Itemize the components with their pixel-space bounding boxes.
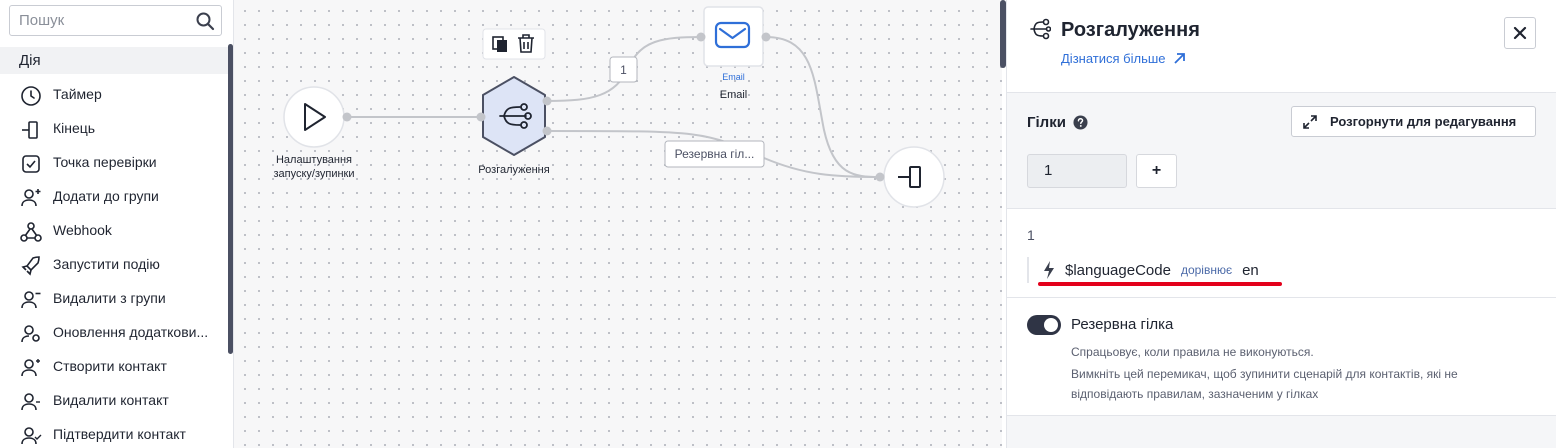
start-node[interactable]	[283, 86, 352, 148]
add-branch-button[interactable]: +	[1136, 154, 1177, 188]
sidebar-item-label: Точка перевірки	[53, 154, 157, 170]
node-toolbar	[482, 28, 546, 60]
sidebar-item-update-fields[interactable]: Оновлення додаткови...	[0, 315, 228, 349]
branch-name: 1	[1027, 227, 1035, 243]
panel-body: Гілки Розгорнути для редагування 1 + 1 $…	[1007, 92, 1556, 448]
branch-node-label: Розгалуження	[478, 164, 550, 176]
checkpoint-icon	[22, 155, 40, 173]
branch-icon	[1030, 18, 1051, 40]
branch-node[interactable]	[476, 76, 552, 156]
expand-button-label: Розгорнути для редагування	[1330, 114, 1517, 129]
sidebar-item-label: Додати до групи	[53, 188, 159, 204]
learn-more-link[interactable]: Дізнатися більше	[1061, 51, 1185, 66]
sidebar-item-add-to-group[interactable]: Додати до групи	[0, 179, 228, 213]
email-node-caption: Email	[722, 72, 745, 82]
help-icon[interactable]	[1073, 115, 1088, 130]
panel-title: Розгалуження	[1061, 19, 1200, 41]
update-fields-icon	[21, 325, 40, 343]
lightning-icon	[1044, 261, 1054, 279]
sidebar-item-label: Таймер	[53, 86, 102, 102]
branches-heading: Гілки	[1027, 114, 1088, 131]
expand-for-editing-button[interactable]: Розгорнути для редагування	[1291, 106, 1536, 137]
sidebar-scrollbar[interactable]	[228, 44, 233, 354]
confirm-contact-icon	[21, 427, 42, 445]
branches-heading-label: Гілки	[1027, 114, 1066, 131]
sidebar-item-label: Оновлення додаткови...	[53, 324, 209, 340]
rocket-icon	[21, 256, 40, 276]
learn-more-label: Дізнатися більше	[1061, 51, 1166, 66]
properties-panel: Розгалуження Дізнатися більше Гілки Розг…	[1007, 0, 1556, 448]
end-icon	[22, 121, 38, 139]
edge-label-fallback: Резервна гіл...	[674, 147, 755, 161]
rule-value: en	[1242, 261, 1259, 279]
sidebar-item-label: Видалити з групи	[53, 290, 166, 306]
close-icon	[1513, 26, 1527, 40]
sidebar-item-webhook[interactable]: Webhook	[0, 213, 228, 247]
timer-icon	[21, 86, 41, 106]
panel-header: Розгалуження Дізнатися більше	[1007, 0, 1556, 92]
email-node-label: Email	[719, 89, 748, 101]
create-contact-icon	[21, 359, 40, 377]
sidebar-item-label: Webhook	[53, 222, 112, 238]
end-node[interactable]	[875, 146, 945, 208]
sidebar-item-checkpoint[interactable]: Точка перевірки	[0, 145, 228, 179]
search-input[interactable]	[10, 6, 190, 35]
fallback-description-1: Спрацьовує, коли правила не виконуються.	[1071, 345, 1314, 359]
sidebar-item-label: Підтвердити контакт	[53, 426, 186, 442]
rule-operator: дорівнює	[1180, 263, 1233, 277]
edge-label-branch: 1	[620, 63, 627, 77]
fallback-toggle[interactable]	[1027, 315, 1061, 335]
search-box[interactable]	[9, 5, 222, 36]
email-node[interactable]	[696, 6, 771, 67]
external-arrow-icon	[1173, 53, 1185, 64]
sidebar-item-create-contact[interactable]: Створити контакт	[0, 349, 228, 383]
expand-icon	[1303, 114, 1317, 129]
close-button[interactable]	[1504, 17, 1536, 49]
rule-variable: $languageCode	[1065, 261, 1171, 279]
branch-count-field[interactable]: 1	[1027, 154, 1127, 188]
sidebar-item-remove-from-group[interactable]: Видалити з групи	[0, 281, 228, 315]
sidebar-item-timer[interactable]: Таймер	[0, 77, 228, 111]
sidebar-item-label: Запустити подію	[53, 256, 160, 272]
delete-contact-icon	[21, 393, 40, 411]
fallback-description-2: Вимкніть цей перемикач, щоб зупинити сце…	[1071, 367, 1458, 401]
remove-from-group-icon	[21, 291, 41, 309]
actions-sidebar: Дія Таймер Кінець Точка перевірки Додати…	[0, 0, 234, 448]
search-icon[interactable]	[195, 11, 215, 31]
sidebar-item-label: Видалити контакт	[53, 392, 169, 408]
sidebar-item-label: Створити контакт	[53, 358, 167, 374]
webhook-icon	[20, 222, 42, 242]
start-node-label-line1: Налаштування	[275, 154, 353, 166]
start-node-label: Налаштування запуску/зупинки	[256, 153, 372, 181]
sidebar-item-end[interactable]: Кінець	[0, 111, 228, 145]
sidebar-item-delete-contact[interactable]: Видалити контакт	[0, 383, 228, 417]
start-node-label-line2: запуску/зупинки	[273, 168, 355, 180]
section-title-action: Дія	[0, 47, 228, 74]
fallback-label: Резервна гілка	[1071, 316, 1174, 333]
workflow-canvas[interactable]: Налаштування запуску/зупинки Розгалуженн…	[234, 0, 1002, 448]
rule-row[interactable]: $languageCode дорівнює en	[1027, 257, 1259, 283]
add-to-group-icon	[21, 189, 41, 207]
sidebar-item-confirm-contact[interactable]: Підтвердити контакт	[0, 417, 228, 448]
fallback-section: Резервна гілка Спрацьовує, коли правила …	[1007, 298, 1556, 416]
sidebar-item-label: Кінець	[53, 120, 96, 136]
edge-email-to-end	[765, 36, 881, 178]
sidebar-item-trigger-event[interactable]: Запустити подію	[0, 247, 228, 281]
highlight-underline	[1038, 282, 1282, 286]
